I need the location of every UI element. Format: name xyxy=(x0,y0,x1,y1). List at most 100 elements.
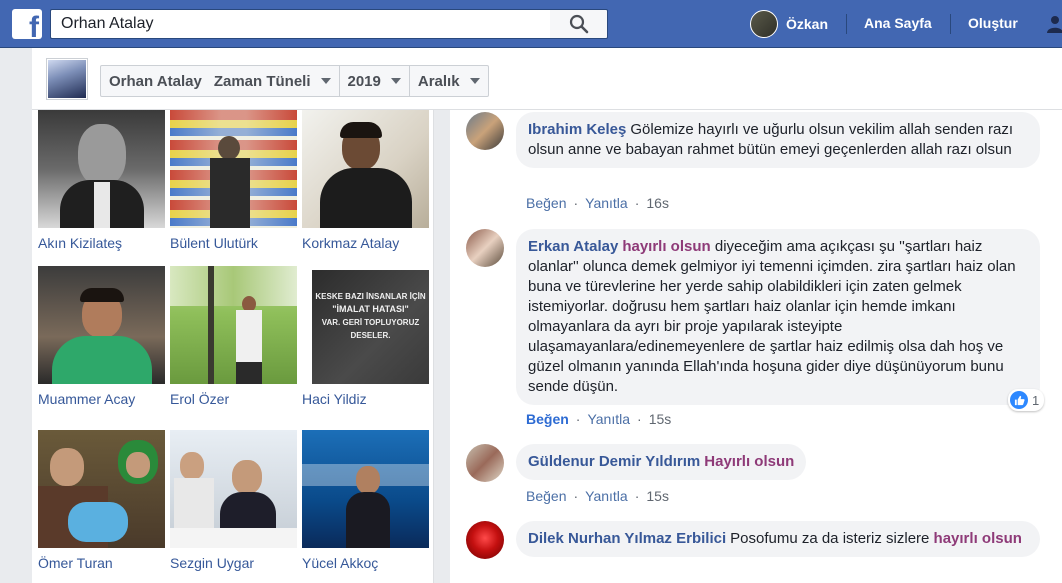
comment-text: Posofumu za da isteriz sizlere xyxy=(730,530,930,547)
chevron-down-icon xyxy=(390,78,401,84)
friend-tile[interactable]: Erol Özer xyxy=(170,266,297,407)
comment-highlight[interactable]: Hayırlı olsun xyxy=(704,453,794,470)
meme-line: DESELER. xyxy=(350,331,391,340)
comment-author[interactable]: Dilek Nurhan Yılmaz Erbilici xyxy=(528,530,726,547)
commenter-avatar[interactable] xyxy=(466,229,504,267)
friend-tile[interactable]: Sezgin Uygar xyxy=(170,430,297,571)
friend-tile[interactable]: Bülent Ulutürk xyxy=(170,110,297,251)
reaction-count[interactable]: 1 xyxy=(1008,389,1045,411)
commenter-avatar[interactable] xyxy=(466,112,504,150)
profile-thumbnail[interactable] xyxy=(47,59,87,99)
nav-create-link[interactable]: Oluştur xyxy=(968,15,1018,31)
search-button[interactable] xyxy=(550,9,608,39)
nav-profile-link[interactable]: Özkan xyxy=(750,9,828,39)
friends-icon xyxy=(1047,16,1062,33)
nav-home-link[interactable]: Ana Sayfa xyxy=(864,15,932,31)
nav-divider xyxy=(846,14,847,34)
comment-highlight[interactable]: hayırlı olsun xyxy=(622,238,710,255)
comment-bubble: Dilek Nurhan Yılmaz Erbilici Posofumu za … xyxy=(516,521,1040,557)
friend-name[interactable]: Haci Yildiz xyxy=(302,391,429,407)
meme-line: KESKE BAZI İNSANLAR İÇİN xyxy=(315,292,426,301)
chevron-down-icon xyxy=(469,78,480,84)
reply-link[interactable]: Yanıtla xyxy=(587,411,630,427)
friend-photo[interactable] xyxy=(302,110,429,228)
timeline-year-label: 2019 xyxy=(347,72,381,90)
nav-divider xyxy=(950,14,951,34)
friend-photo[interactable] xyxy=(38,430,165,548)
like-link[interactable]: Beğen xyxy=(526,411,569,427)
comment-author[interactable]: Güldenur Demir Yıldırım xyxy=(528,453,700,470)
search-icon xyxy=(569,14,588,34)
friend-photo[interactable]: KESKE BAZI İNSANLAR İÇİN "İMALAT HATASI"… xyxy=(302,266,429,384)
timeline-section-dropdown[interactable]: Zaman Tüneli xyxy=(206,66,340,96)
timeline-profile-name[interactable]: Orhan Atalay xyxy=(101,66,206,96)
user-avatar xyxy=(750,10,778,38)
timeline-month-label: Aralık xyxy=(417,72,460,90)
facebook-logo-letter: f xyxy=(29,11,39,40)
comment-author[interactable]: Erkan Atalay xyxy=(528,238,618,255)
friend-name[interactable]: Akın Kizilateş xyxy=(38,235,165,251)
friend-photo[interactable] xyxy=(170,266,297,384)
meme-poster: KESKE BAZI İNSANLAR İÇİN "İMALAT HATASI"… xyxy=(312,270,429,384)
comment-bubble: Erkan Atalay hayırlı olsun diyeceğim ama … xyxy=(516,229,1040,405)
timeline-navigation: Orhan Atalay Zaman Tüneli 2019 Aralık xyxy=(100,65,489,97)
comment-actions: Beğen · Yanıtla · 15s xyxy=(526,411,671,427)
friend-name[interactable]: Ömer Turan xyxy=(38,555,165,571)
comment-timestamp[interactable]: 15s xyxy=(646,488,669,504)
friend-name[interactable]: Sezgin Uygar xyxy=(170,555,297,571)
friend-tile[interactable]: Yücel Akkoç xyxy=(302,430,429,571)
friend-tile[interactable]: Ömer Turan xyxy=(38,430,165,571)
top-bar: f Özkan Ana Sayfa Oluştur xyxy=(0,0,1062,48)
comment-timestamp[interactable]: 15s xyxy=(649,411,672,427)
comment-text: diyeceğim ama açıkçası şu ''şartları hai… xyxy=(528,238,1016,395)
friend-photo[interactable] xyxy=(170,430,297,548)
friend-tile[interactable]: KESKE BAZI İNSANLAR İÇİN "İMALAT HATASI"… xyxy=(302,266,429,407)
nav-user-name: Özkan xyxy=(786,16,829,32)
friend-photo[interactable] xyxy=(38,110,165,228)
comment-actions: Beğen · Yanıtla · 16s xyxy=(526,195,669,211)
search-input[interactable] xyxy=(51,10,550,38)
meme-line: "İMALAT HATASI" xyxy=(332,304,409,314)
like-link[interactable]: Beğen xyxy=(526,195,566,211)
friend-name[interactable]: Muammer Acay xyxy=(38,391,165,407)
commenter-avatar[interactable] xyxy=(466,521,504,559)
friend-photo[interactable] xyxy=(38,266,165,384)
timeline-section-label: Zaman Tüneli xyxy=(213,72,311,90)
timeline-year-dropdown[interactable]: 2019 xyxy=(340,66,410,96)
separator-dot: · xyxy=(573,488,579,504)
friend-name[interactable]: Bülent Ulutürk xyxy=(170,235,297,251)
search-box[interactable] xyxy=(50,9,550,39)
reply-link[interactable]: Yanıtla xyxy=(585,488,628,504)
facebook-logo[interactable]: f xyxy=(12,9,42,39)
friend-tile[interactable]: Akın Kizilateş xyxy=(38,110,165,251)
separator-dot: · xyxy=(637,411,642,427)
comment-timestamp[interactable]: 16s xyxy=(646,195,669,211)
timeline-header: Orhan Atalay Zaman Tüneli 2019 Aralık xyxy=(32,48,1062,110)
friend-tile[interactable]: Muammer Acay xyxy=(38,266,165,407)
comment-bubble: Güldenur Demir Yıldırım Hayırlı olsun xyxy=(516,444,807,480)
friend-tile[interactable]: Korkmaz Atalay xyxy=(302,110,429,251)
friend-name[interactable]: Yücel Akkoç xyxy=(302,555,429,571)
separator-dot: · xyxy=(575,411,581,427)
timeline-month-dropdown[interactable]: Aralık xyxy=(410,66,488,96)
like-link[interactable]: Beğen xyxy=(526,488,566,504)
separator-dot: · xyxy=(573,195,579,211)
separator-dot: · xyxy=(634,195,640,211)
comments-section: Ibrahim Keleş Gölemize hayırlı ve uğurlu … xyxy=(450,110,1062,583)
comment-actions: Beğen · Yanıtla · 15s xyxy=(526,488,669,504)
comment-bubble: Ibrahim Keleş Gölemize hayırlı ve uğurlu … xyxy=(516,112,1040,168)
comment-highlight[interactable]: hayırlı olsun xyxy=(934,530,1022,547)
friend-photo[interactable] xyxy=(302,430,429,548)
reaction-count-text: 1 xyxy=(1032,392,1040,408)
friend-name[interactable]: Erol Özer xyxy=(170,391,297,407)
friends-grid: Akın Kizilateş Bülent Ulutürk Korkmaz At… xyxy=(32,110,434,583)
separator-dot: · xyxy=(634,488,640,504)
meme-line: VAR. GERİ TOPLUYORUZ xyxy=(321,318,420,327)
like-reaction-icon xyxy=(1010,391,1028,409)
comment-author[interactable]: Ibrahim Keleş xyxy=(528,121,626,138)
friend-requests-button[interactable] xyxy=(1046,14,1062,34)
friend-photo[interactable] xyxy=(170,110,297,228)
commenter-avatar[interactable] xyxy=(466,444,504,482)
reply-link[interactable]: Yanıtla xyxy=(585,195,628,211)
friend-name[interactable]: Korkmaz Atalay xyxy=(302,235,429,251)
